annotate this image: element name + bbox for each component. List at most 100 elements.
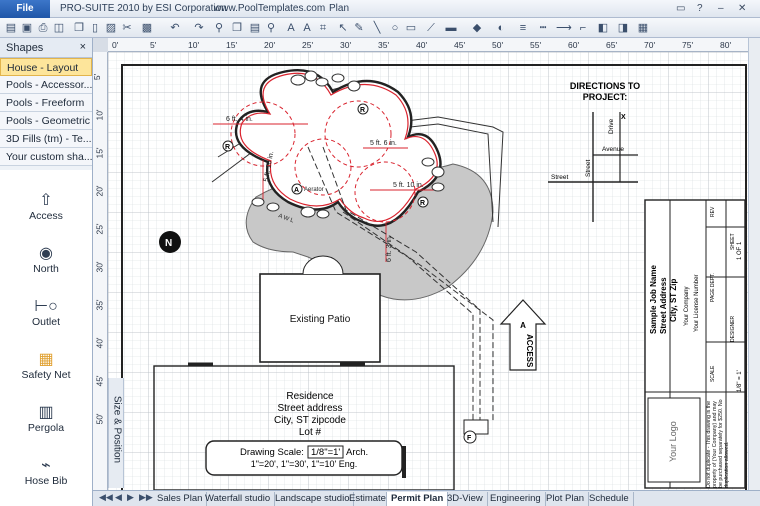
stencil-label: Safety Net — [21, 369, 71, 381]
stencil-access[interactable]: ⇧ Access — [0, 190, 92, 222]
designer-label: DESIGNER — [730, 315, 736, 342]
last-page-icon[interactable]: ▶▶ — [139, 492, 153, 503]
tab-3d-view[interactable]: 3D-View — [443, 492, 488, 506]
prev-page-icon[interactable]: ◀ — [115, 492, 122, 503]
sheet-value: 1 OF 1 — [737, 241, 743, 260]
category-custom-shapes[interactable]: Your custom sha... — [0, 148, 92, 166]
ruler-tick-label: 20' — [94, 185, 105, 197]
drawing-canvas[interactable]: 6 ft. 4 in. 5 ft. 6 in. 5 ft. 10 in. 5 f… — [108, 52, 748, 490]
paste-icon[interactable]: ▯ — [88, 21, 102, 35]
tab-landscape-studio[interactable]: Landscape studio — [271, 492, 355, 506]
send-back-icon[interactable]: ◨ — [616, 21, 630, 35]
ruler-tick-label: 35' — [378, 40, 390, 50]
tab-sales-plan[interactable]: Sales Plan — [153, 492, 208, 506]
corner-icon[interactable]: ⌐ — [576, 21, 590, 35]
shapes-panel: Shapes × House - Layout Pools - Accessor… — [0, 38, 93, 506]
paint-icon[interactable]: ▩ — [140, 21, 154, 35]
file-menu-button[interactable]: File — [0, 0, 50, 18]
undo-icon[interactable]: ↶ — [168, 21, 182, 35]
pencil-icon[interactable]: ✎ — [352, 21, 366, 35]
print-icon[interactable]: ⎙ — [36, 21, 50, 35]
marker-label: R — [225, 144, 230, 151]
stencil-hose-bib[interactable]: ⌁ Hose Bib — [0, 455, 92, 487]
north-letter: N — [165, 238, 172, 249]
stencil-outlet[interactable]: ⊢○ Outlet — [0, 296, 92, 328]
line-weight-icon[interactable]: ≡ — [516, 21, 530, 35]
line-icon[interactable]: ╲ — [370, 21, 384, 35]
rectangle-icon[interactable]: ▭ — [404, 21, 418, 35]
pergola-icon: ▥ — [38, 404, 54, 421]
stencil-north[interactable]: ◉ North — [0, 243, 92, 275]
stencil-pergola[interactable]: ▥ Pergola — [0, 402, 92, 434]
line-color-icon[interactable]: ▬ — [444, 21, 458, 35]
tab-engineering[interactable]: Engineering — [486, 492, 546, 506]
ruler-tick-label: 25' — [302, 40, 314, 50]
ruler-tick-label: 45' — [454, 40, 466, 50]
ellipse-icon[interactable]: ○ — [388, 21, 402, 35]
pointer-icon[interactable]: ↖ — [336, 21, 350, 35]
save-icon[interactable]: ▣ — [20, 21, 34, 35]
fill-icon[interactable]: ◆ — [470, 21, 484, 35]
category-pools-accessories[interactable]: Pools - Accessor... — [0, 76, 92, 94]
redo-icon[interactable]: ↷ — [192, 21, 206, 35]
restore-icon[interactable]: – — [718, 3, 724, 14]
format-painter-icon[interactable]: ⌗ — [316, 21, 330, 35]
ruler-tick-label: 50' — [94, 413, 105, 425]
directions-title2: PROJECT: — [583, 92, 628, 102]
avenue-label: Avenue — [602, 146, 624, 153]
category-pools-geometric[interactable]: Pools - Geometric — [0, 112, 92, 130]
category-3d-fills[interactable]: 3D Fills (tm) - Te... — [0, 130, 92, 148]
category-pools-freeform[interactable]: Pools - Freeform — [0, 94, 92, 112]
category-house-layout[interactable]: House - Layout — [0, 58, 92, 76]
ruler-tick-label: 55' — [530, 40, 542, 50]
x-mark: X — [621, 114, 626, 121]
tab-waterfall-studio[interactable]: Waterfall studio — [201, 492, 276, 506]
close-window-icon[interactable]: ✕ — [738, 3, 746, 14]
color-text-icon[interactable]: A — [300, 21, 314, 35]
scale-box-shadow — [402, 446, 406, 478]
text-tool-icon[interactable]: A — [284, 21, 298, 35]
access-letter: A — [520, 321, 526, 330]
bring-front-icon[interactable]: ◧ — [596, 21, 610, 35]
ruler-tick-label: 50' — [492, 40, 504, 50]
ruler-tick-label: 30' — [340, 40, 352, 50]
line-pattern-icon[interactable]: ┅ — [536, 21, 550, 35]
format-icon[interactable]: ▨ — [104, 21, 118, 35]
residence-line: City, ST zipcode — [274, 415, 346, 426]
scale-suffix: Arch. — [346, 447, 368, 458]
link-icon[interactable]: ⚲ — [212, 21, 226, 35]
cut-icon[interactable]: ✂ — [120, 21, 134, 35]
scale-block-label: SCALE — [710, 365, 716, 382]
shapes-title: Shapes — [6, 42, 44, 54]
group-icon[interactable]: ▦ — [636, 21, 650, 35]
connector-icon[interactable]: ⟋ — [424, 21, 438, 35]
page-icon[interactable]: ▤ — [248, 21, 262, 35]
access-label: A — [520, 321, 526, 330]
vertical-scrollbar[interactable] — [748, 38, 760, 490]
copy-icon[interactable]: ❐ — [72, 21, 86, 35]
tab-estimate[interactable]: Estimate — [345, 492, 391, 506]
tab-schedule[interactable]: Schedule — [585, 492, 634, 506]
logo-placeholder: Your Logo — [668, 421, 678, 462]
patio-label: Existing Patio — [290, 314, 351, 325]
zoom-icon[interactable]: ⚲ — [264, 21, 278, 35]
stencil-safety-net[interactable]: ▦ Safety Net — [0, 349, 92, 381]
line-ends-icon[interactable]: ⟶ — [556, 21, 572, 35]
first-page-icon[interactable]: ◀◀ — [99, 492, 113, 503]
tab-plot-plan[interactable]: Plot Plan — [542, 492, 590, 506]
tab-permit-plan[interactable]: Permit Plan — [386, 492, 449, 506]
ruler-tick-label: 15' — [226, 40, 238, 50]
next-page-icon[interactable]: ▶ — [127, 492, 134, 503]
preview-icon[interactable]: ◫ — [52, 21, 66, 35]
shadow-icon[interactable]: ◐ — [494, 21, 508, 35]
shapes-header: Shapes × — [0, 38, 92, 58]
size-position-panel[interactable]: Size & Position — [108, 378, 124, 488]
open-icon[interactable]: ▤ — [4, 21, 18, 35]
page-dept-label: PAGE DEPT. — [710, 273, 716, 302]
minimize-icon[interactable]: ▭ — [676, 3, 685, 14]
help-icon[interactable]: ? — [697, 3, 703, 14]
close-shapes-icon[interactable]: × — [80, 41, 86, 53]
copy2-icon[interactable]: ❐ — [230, 21, 244, 35]
ruler-tick-label: 5' — [93, 73, 103, 81]
stencil-label: Outlet — [31, 316, 60, 328]
